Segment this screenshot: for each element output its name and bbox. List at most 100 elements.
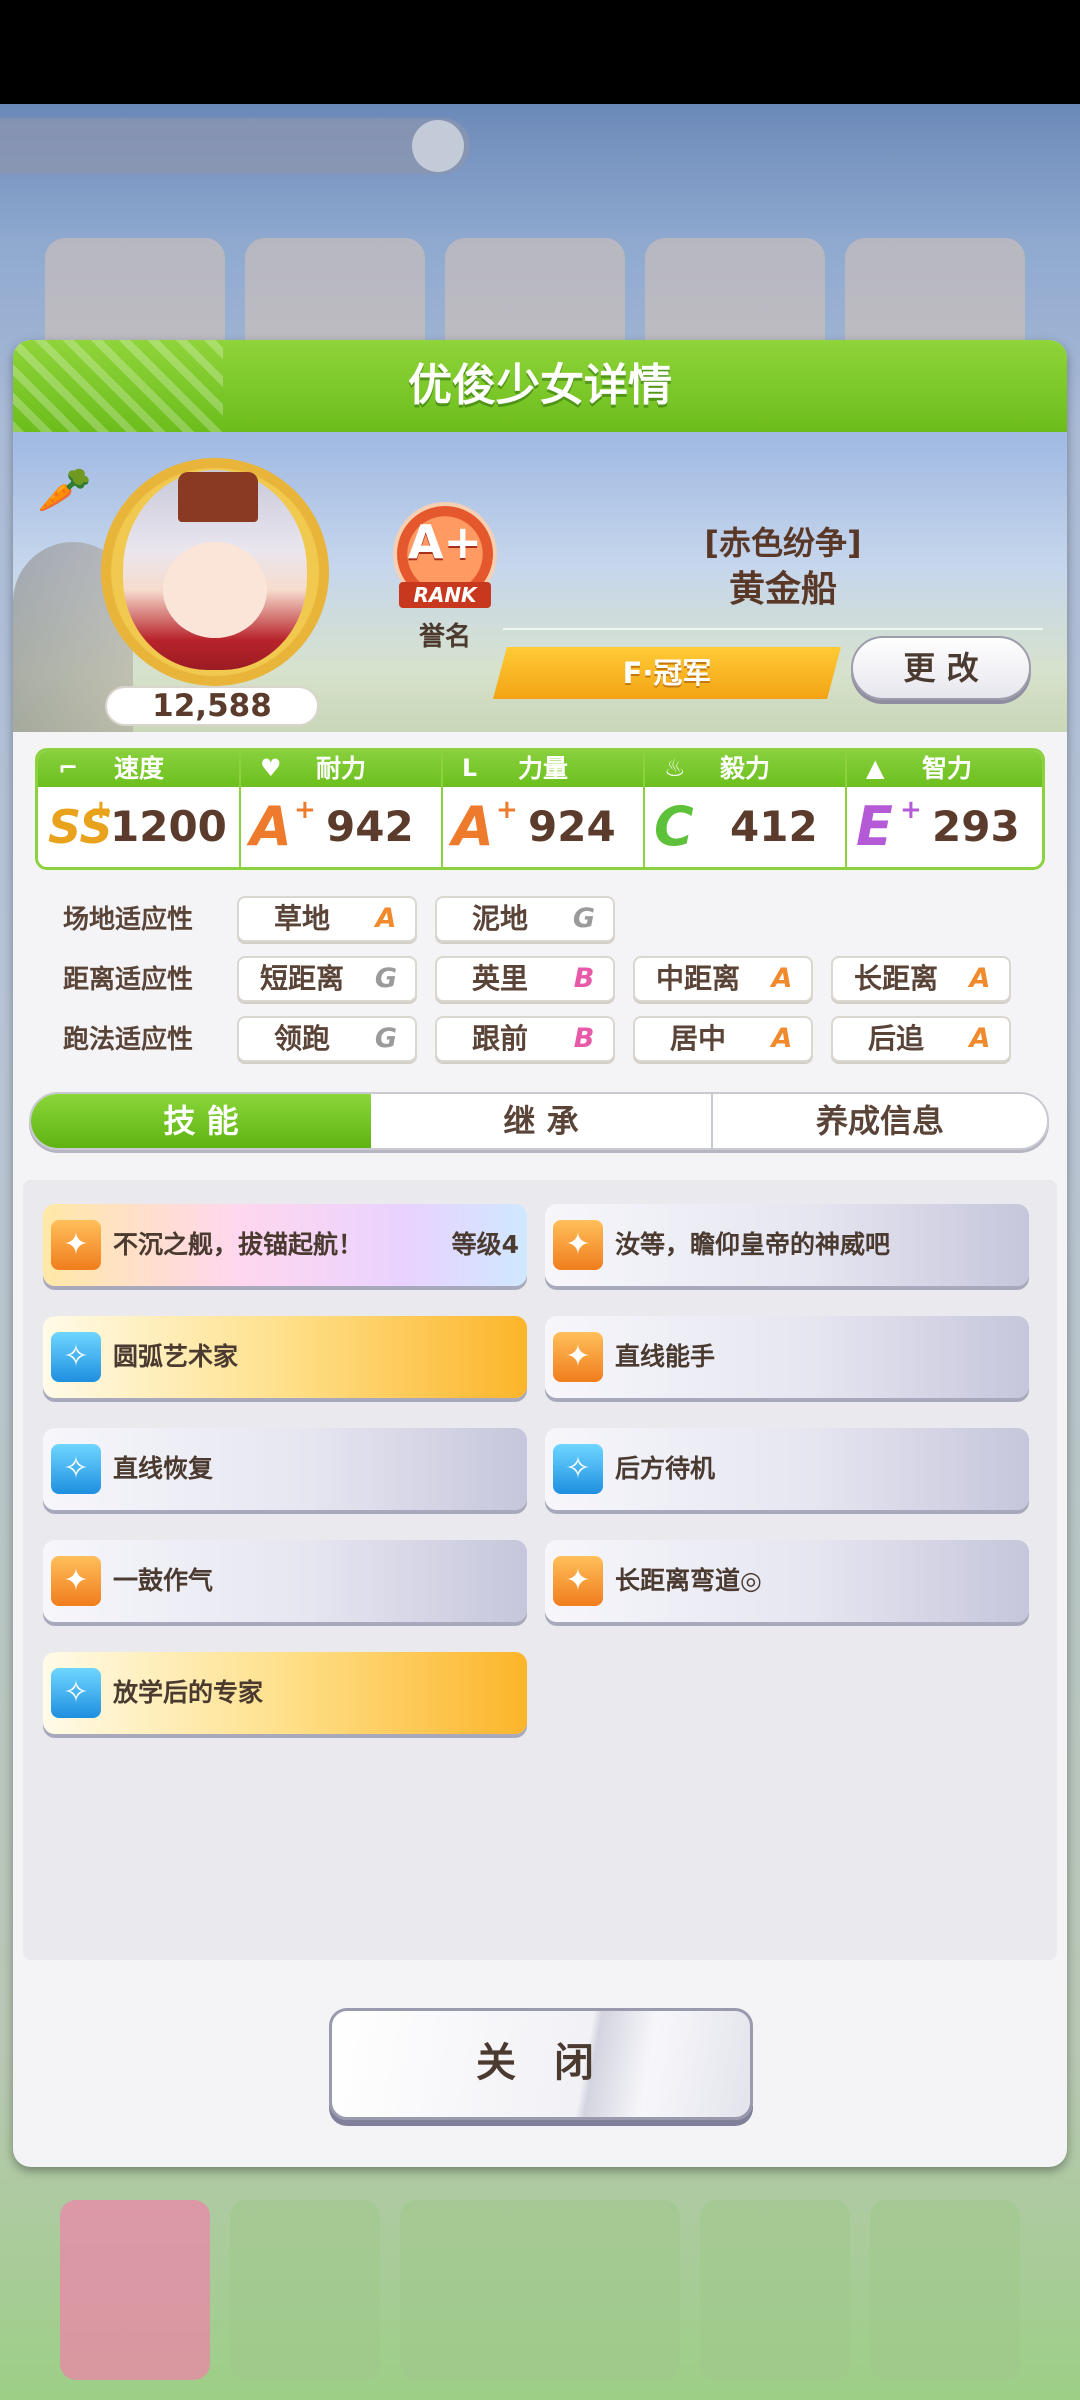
- rank-grade: A+: [407, 515, 483, 569]
- stat-header-power: ᒪ 力量: [442, 751, 644, 787]
- profile-section: 🥕 12,588 A+ RANK 誉名 [赤色纷争] 黄金船 F·冠军 更 改: [13, 432, 1067, 732]
- stat-grade-plus: +: [90, 795, 112, 825]
- skill-item[interactable]: ✧ 圆弧艺术家: [43, 1316, 527, 1398]
- background-portrait: [845, 238, 1025, 346]
- umamusume-detail-dialog: 优俊少女详情 🥕 12,588 A+ RANK 誉名 [赤色纷争] 黄金船 F·…: [13, 340, 1067, 2167]
- aptitude-grade: G: [572, 903, 596, 934]
- aptitude-name: 居中: [669, 1022, 726, 1055]
- stat-value: 942: [326, 802, 414, 851]
- aptitude-grade: A: [375, 903, 397, 934]
- background-search-bar: [0, 118, 470, 174]
- stat-label: 毅力: [719, 754, 770, 783]
- skill-item[interactable]: ✧ 后方待机: [545, 1428, 1029, 1510]
- aptitude-name: 后追: [867, 1022, 924, 1055]
- skill-name: 不沉之舰，拔锚起航！: [113, 1230, 364, 1259]
- skill-name: 圆弧艺术家: [113, 1342, 239, 1371]
- detail-tabs: 技 能 继 承 养成信息: [29, 1092, 1049, 1150]
- background-portrait: [645, 238, 825, 346]
- fire-icon: ✦: [51, 1556, 101, 1606]
- stat-value: 1200: [110, 802, 227, 851]
- stat-divider: [239, 751, 241, 867]
- skill-item[interactable]: ✦ 长距离弯道◎: [545, 1540, 1029, 1622]
- aptitude-late-surger: 居中 A: [633, 1016, 813, 1062]
- change-title-button[interactable]: 更 改: [851, 636, 1031, 700]
- stat-header-stamina: ♥ 耐力: [240, 751, 442, 787]
- tab-skills[interactable]: 技 能: [31, 1094, 371, 1148]
- stat-value: 924: [528, 802, 616, 851]
- stats-panel: ⌐ 速度 ♥ 耐力 ᒪ 力量 ♨ 毅力 ▲ 智力 SS + 1200 A + 9…: [35, 748, 1045, 870]
- stat-label: 智力: [921, 754, 972, 783]
- skill-name: 一鼓作气: [113, 1566, 214, 1595]
- avatar-face: [163, 542, 267, 638]
- tab-training-info[interactable]: 养成信息: [713, 1094, 1047, 1148]
- carrot-icon: 🥕: [37, 465, 92, 516]
- stat-wisdom: E + 293: [846, 787, 1042, 867]
- aptitude-name: 中距离: [655, 962, 740, 995]
- skills-panel: ✦ 不沉之舰，拔锚起航！ 等级4 ✦ 汝等，瞻仰皇帝的神威吧 ✧ 圆弧艺术家 ✦…: [23, 1180, 1057, 1960]
- stat-speed: SS + 1200: [38, 787, 240, 867]
- character-name: 黄金船: [728, 569, 837, 610]
- status-bar: [0, 0, 1080, 104]
- character-title: F·冠军: [622, 656, 712, 690]
- background-portrait: [45, 238, 225, 346]
- stat-label: 力量: [517, 754, 568, 783]
- skill-item[interactable]: ✧ 放学后的专家: [43, 1652, 527, 1734]
- stat-header-guts: ♨ 毅力: [644, 751, 846, 787]
- aptitude-mile: 英里 B: [435, 956, 615, 1002]
- aptitude-name: 英里: [471, 962, 528, 995]
- distance-aptitude-label: 距离适应性: [63, 965, 194, 995]
- skill-item[interactable]: ✦ 汝等，瞻仰皇帝的神威吧: [545, 1204, 1029, 1286]
- background-search-button: [412, 120, 464, 172]
- aptitude-grade: A: [969, 963, 991, 994]
- stat-stamina: A + 942: [240, 787, 442, 867]
- aptitude-end-closer: 后追 A: [831, 1016, 1011, 1062]
- stat-divider: [845, 751, 847, 867]
- aptitude-grade: B: [573, 963, 595, 994]
- background-nav-tile: [60, 2200, 210, 2380]
- skill-name: 放学后的专家: [113, 1678, 264, 1707]
- aptitude-name: 草地: [273, 902, 330, 935]
- background-portrait: [245, 238, 425, 346]
- fire-icon: ✦: [553, 1556, 603, 1606]
- skill-name: 直线能手: [615, 1342, 716, 1371]
- skill-item[interactable]: ✧ 直线恢复: [43, 1428, 527, 1510]
- aptitude-name: 领跑: [273, 1022, 330, 1055]
- aptitude-grade: A: [969, 1023, 991, 1054]
- aptitude-grade: G: [374, 963, 398, 994]
- stat-label: 耐力: [315, 754, 366, 783]
- stat-header-speed: ⌐ 速度: [38, 751, 240, 787]
- skill-item[interactable]: ✦ 一鼓作气: [43, 1540, 527, 1622]
- background-nav-tile: [700, 2200, 850, 2380]
- stat-grade-plus: +: [496, 795, 518, 825]
- fan-count: 12,588: [105, 686, 319, 726]
- aptitude-grade: G: [374, 1023, 398, 1054]
- aptitude-long: 长距离 A: [831, 956, 1011, 1002]
- stat-grade-plus: +: [900, 795, 922, 825]
- sparkle-icon: ✧: [51, 1332, 101, 1382]
- track-aptitude-label: 场地适应性: [63, 905, 194, 935]
- sparkle-icon: ✧: [51, 1668, 101, 1718]
- stat-label: 速度: [113, 754, 164, 783]
- aptitude-front-runner: 领跑 G: [237, 1016, 417, 1062]
- stat-guts: C 412: [644, 787, 846, 867]
- stat-divider: [441, 751, 443, 867]
- aptitude-grade: B: [573, 1023, 595, 1054]
- fire-icon: ✦: [553, 1332, 603, 1382]
- stat-grade: C: [654, 795, 694, 858]
- aptitude-dirt: 泥地 G: [435, 896, 615, 942]
- skill-name: 汝等，瞻仰皇帝的神威吧: [615, 1230, 891, 1259]
- skill-item[interactable]: ✦ 不沉之舰，拔锚起航！ 等级4: [43, 1204, 527, 1286]
- aptitude-pace-chaser: 跟前 B: [435, 1016, 615, 1062]
- stat-value: 293: [932, 802, 1020, 851]
- background-nav-tile: [870, 2200, 1020, 2380]
- strategy-aptitude-label: 跑法适应性: [63, 1025, 194, 1055]
- fame-label: 誉名: [418, 622, 471, 652]
- rank-label: RANK: [399, 582, 491, 608]
- stat-power: A + 924: [442, 787, 644, 867]
- skill-name: 长距离弯道◎: [615, 1566, 762, 1595]
- skill-item[interactable]: ✦ 直线能手: [545, 1316, 1029, 1398]
- tab-inheritance[interactable]: 继 承: [371, 1094, 711, 1148]
- stat-header-wisdom: ▲ 智力: [846, 751, 1042, 787]
- sparkle-icon: ✧: [51, 1444, 101, 1494]
- close-button[interactable]: 关 闭: [329, 2008, 753, 2120]
